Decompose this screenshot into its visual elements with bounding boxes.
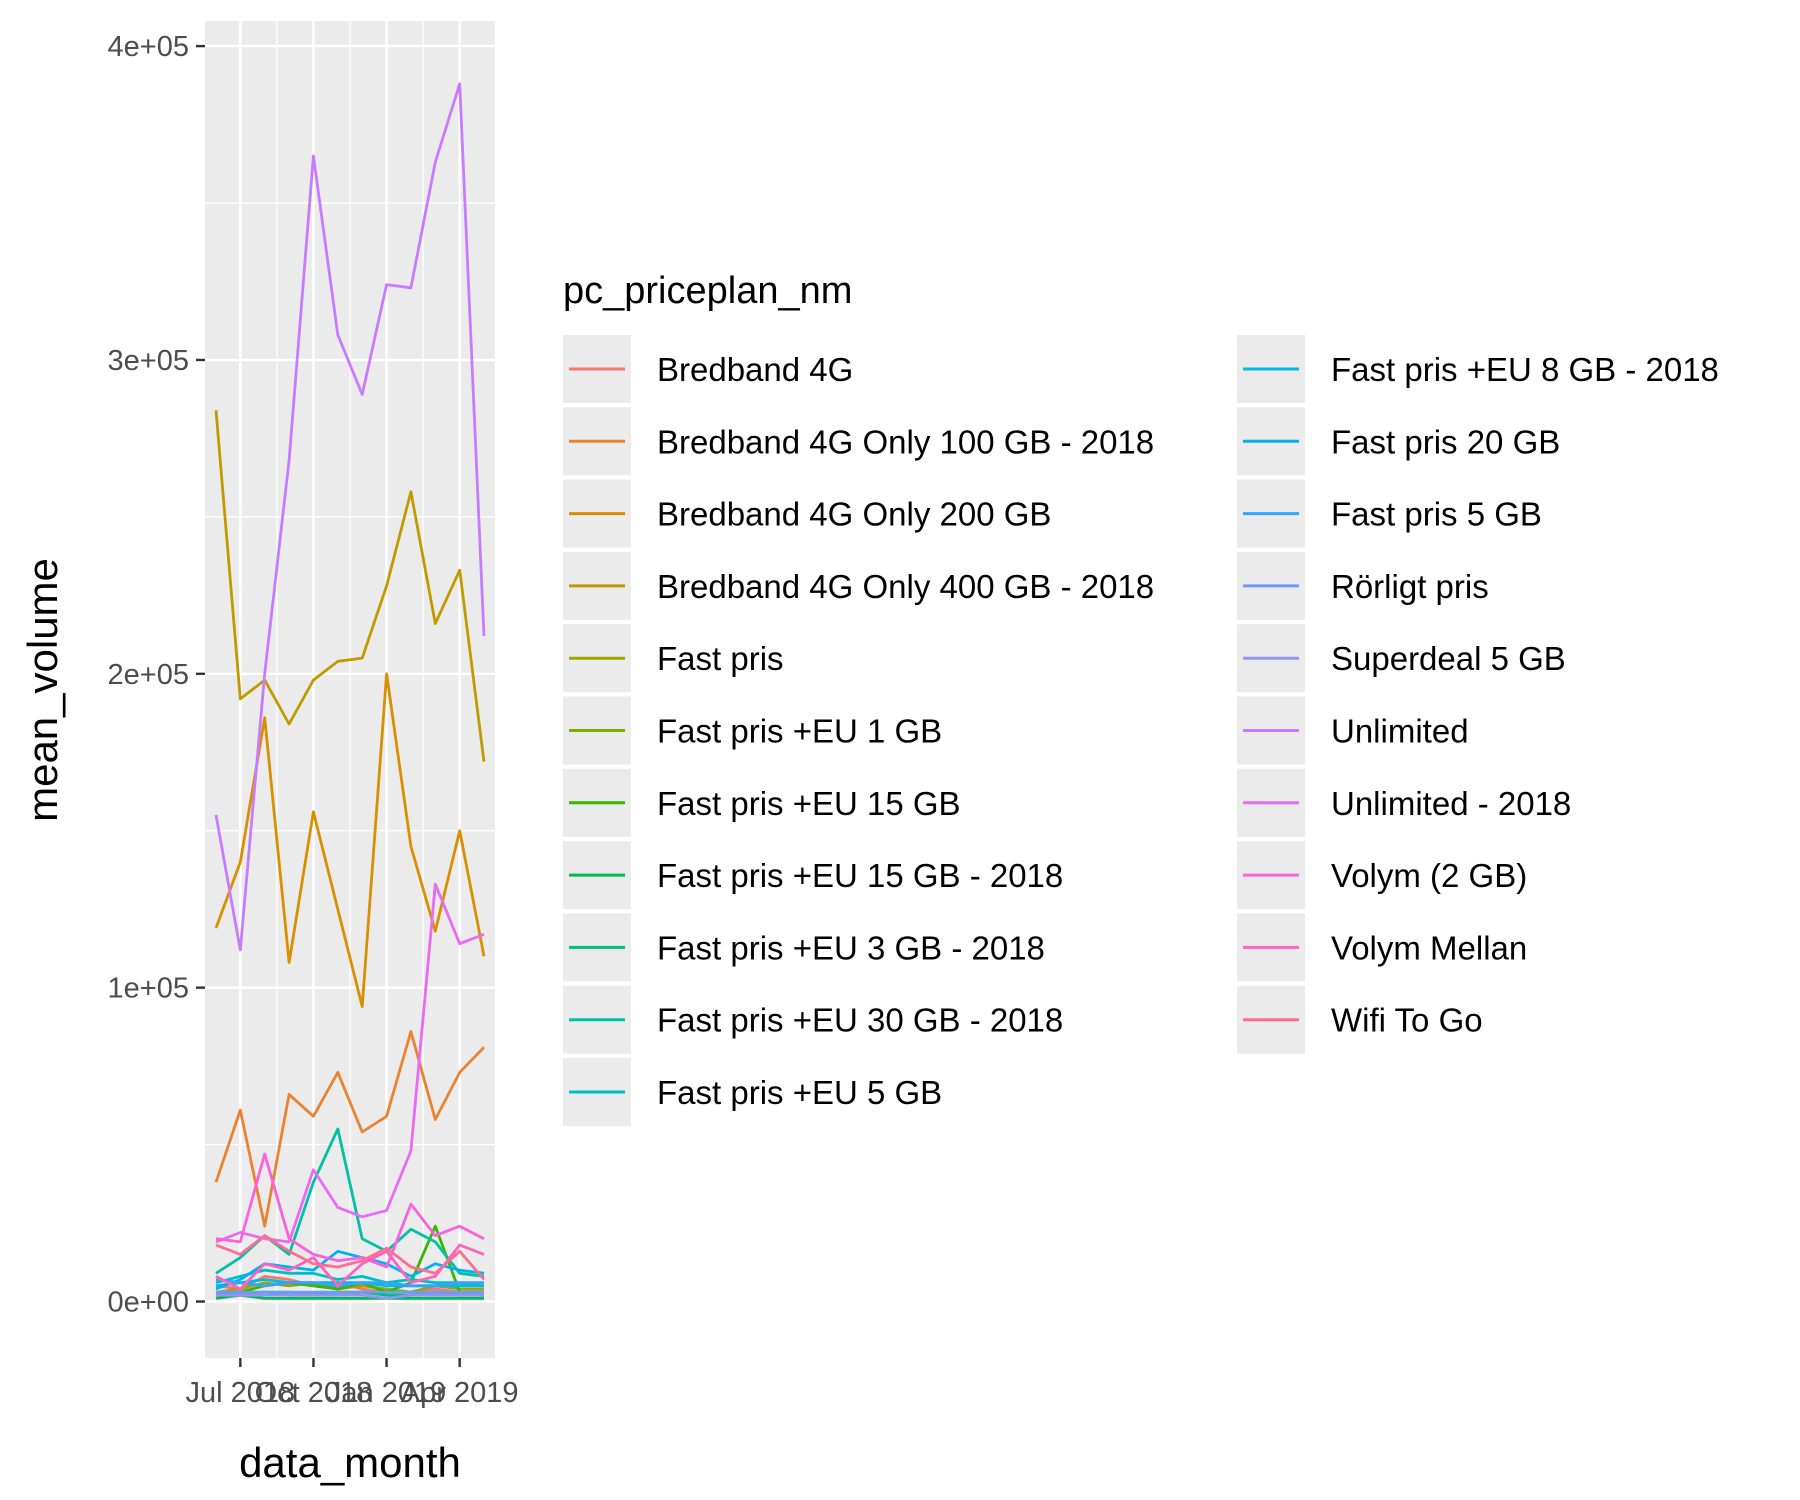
legend-label: Bredband 4G Only 100 GB - 2018 <box>657 423 1154 460</box>
legend-label: Bredband 4G Only 200 GB <box>657 496 1051 533</box>
legend-label: Unlimited - 2018 <box>1331 785 1571 822</box>
legend-label: Fast pris +EU 30 GB - 2018 <box>657 1002 1063 1039</box>
legend: Bredband 4G Bredband 4G Only 100 GB - 201… <box>563 335 1719 1126</box>
legend-label: Fast pris +EU 8 GB - 2018 <box>1331 351 1719 388</box>
legend-label: Bredband 4G <box>657 351 853 388</box>
legend-label: Fast pris +EU 1 GB <box>657 713 942 750</box>
legend-label: Fast pris 5 GB <box>1331 496 1542 533</box>
y-axis: 0e+00 1e+05 2e+05 3e+05 4e+05 <box>108 31 205 1319</box>
legend-label: Fast pris 20 GB <box>1331 423 1560 460</box>
chart: 0e+00 1e+05 2e+05 3e+05 4e+05 Jul 2018Oct 20… <box>19 21 1719 1486</box>
legend-label: Bredband 4G Only 400 GB - 2018 <box>657 568 1154 605</box>
legend-label: Superdeal 5 GB <box>1331 640 1566 677</box>
x-axis: Jul 2018Oct 2018Jan 2019Apr 2019 <box>186 1358 519 1409</box>
legend-label: Fast pris +EU 3 GB - 2018 <box>657 929 1045 966</box>
legend-label: Fast pris <box>657 640 784 677</box>
x-tick-label: Apr 2019 <box>401 1377 519 1409</box>
legend-label: Fast pris +EU 15 GB - 2018 <box>657 857 1063 894</box>
y-tick-label: 1e+05 <box>108 973 189 1005</box>
y-tick-label: 0e+00 <box>108 1287 189 1319</box>
y-tick-label: 2e+05 <box>108 659 189 691</box>
legend-label: Fast pris +EU 15 GB <box>657 785 961 822</box>
x-axis-title: data_month <box>239 1439 461 1486</box>
legend-label: Rörligt pris <box>1331 568 1489 605</box>
y-axis-title: mean_volume <box>19 558 66 822</box>
legend-label: Fast pris +EU 5 GB <box>657 1074 942 1111</box>
legend-label: Unlimited <box>1331 713 1469 750</box>
y-tick-label: 4e+05 <box>108 31 189 63</box>
y-tick-label: 3e+05 <box>108 345 189 377</box>
legend-label: Volym Mellan <box>1331 929 1527 966</box>
legend-title: pc_priceplan_nm <box>563 270 852 312</box>
legend-label: Volym (2 GB) <box>1331 857 1527 894</box>
legend-label: Wifi To Go <box>1331 1002 1483 1039</box>
